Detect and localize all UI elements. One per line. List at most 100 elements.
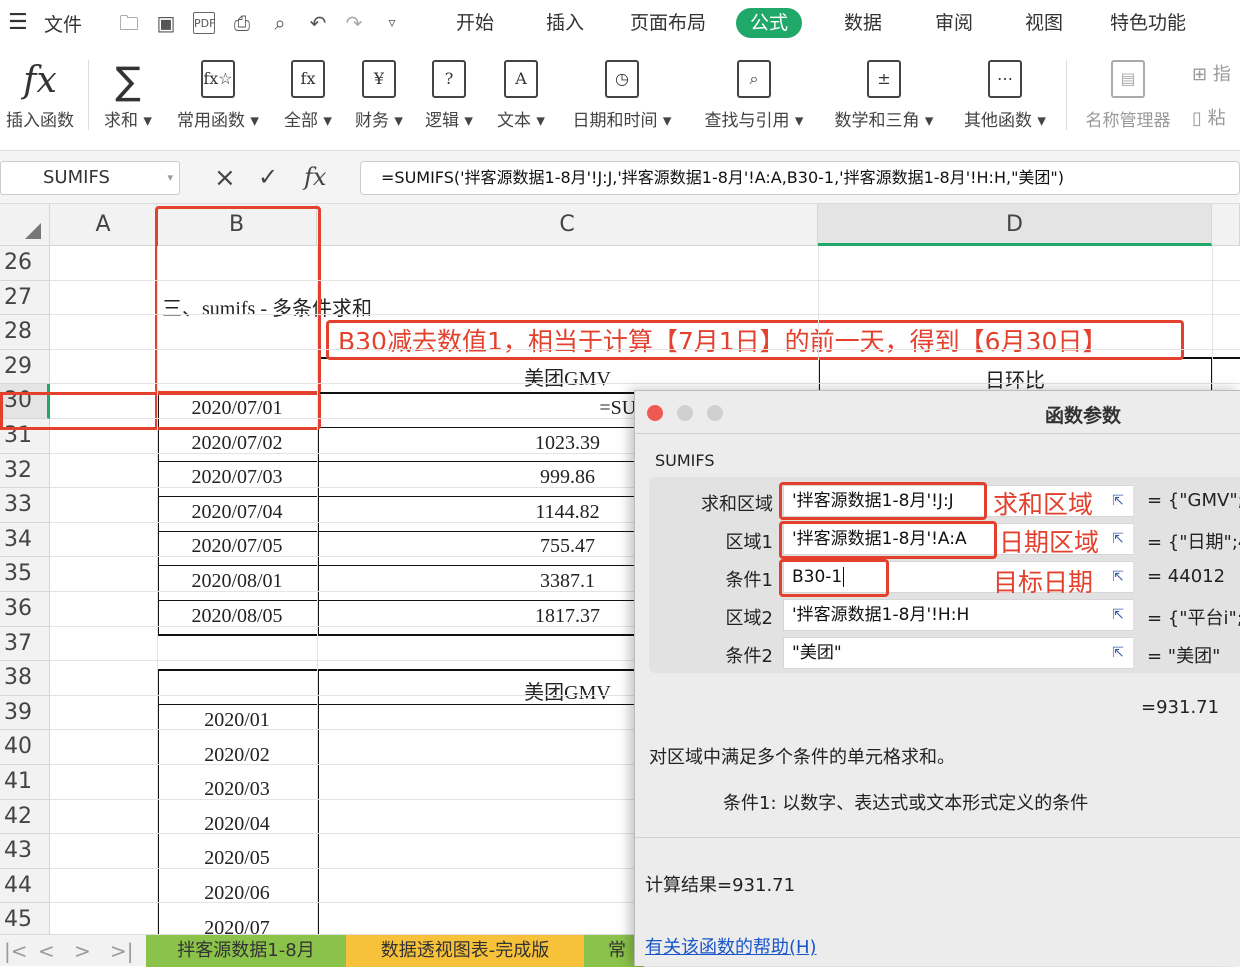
math-button[interactable]: ± 数学和三角 ▾ <box>828 60 940 131</box>
close-icon[interactable] <box>647 405 663 421</box>
yen-icon: ¥ <box>362 60 396 98</box>
select-all-corner[interactable] <box>0 204 50 246</box>
customize-icon[interactable]: ▿ <box>381 12 403 34</box>
insert-function-button[interactable]: fx 插入函数 <box>4 60 76 131</box>
cancel-icon[interactable]: × <box>214 163 236 193</box>
collapse-dialog-icon[interactable]: ⇱ <box>1103 524 1133 554</box>
first-sheet-icon[interactable]: |< <box>4 939 28 963</box>
next-sheet-icon[interactable]: > <box>74 939 91 963</box>
collapse-dialog-icon[interactable]: ⇱ <box>1103 562 1133 592</box>
formula-bar: SUMIFS ▾ × ✓ fx =SUMIFS('拌客源数据1-8月'!J:J,'… <box>0 150 1240 204</box>
row-header[interactable]: 28 <box>0 315 50 350</box>
minimize-icon[interactable] <box>677 405 693 421</box>
specify-button[interactable]: ⊞ 指 <box>1192 60 1231 86</box>
tab-formulas[interactable]: 公式 <box>736 8 803 38</box>
print-icon[interactable]: ⎙ <box>231 12 253 34</box>
search-book-icon: ⌕ <box>737 60 771 98</box>
arg-result: = {"GMV"; <box>1147 490 1240 511</box>
arg-label: 条件2 <box>725 646 773 667</box>
tab-home[interactable]: 开始 <box>456 8 494 38</box>
row-header[interactable]: 36 <box>0 592 50 627</box>
sheet-tab-pivot[interactable]: 数据透视图表-完成版 <box>346 935 584 967</box>
row-header[interactable]: 44 <box>0 868 50 904</box>
collapse-dialog-icon[interactable]: ⇱ <box>1103 486 1133 516</box>
logic-button[interactable]: ? 逻辑 ▾ <box>422 60 476 131</box>
file-menu[interactable]: 文件 <box>44 10 82 37</box>
collapse-dialog-icon[interactable]: ⇱ <box>1103 600 1133 630</box>
row-header[interactable]: 41 <box>0 765 50 800</box>
text-button[interactable]: A 文本 ▾ <box>494 60 548 131</box>
tab-view[interactable]: 视图 <box>1025 8 1063 38</box>
row-header[interactable]: 26 <box>0 246 50 281</box>
redo-icon[interactable]: ↷ <box>343 12 365 34</box>
all-functions-button[interactable]: fx 全部 ▾ <box>282 60 334 131</box>
hamburger-icon[interactable]: ☰ <box>8 10 28 35</box>
row-header[interactable]: 29 <box>0 349 50 385</box>
prev-sheet-icon[interactable]: < <box>38 939 55 963</box>
row-header[interactable]: 39 <box>0 695 50 731</box>
row-header[interactable]: 33 <box>0 488 50 523</box>
annotation-date-range: 日期区域 <box>999 528 1100 557</box>
tab-data[interactable]: 数据 <box>844 8 882 38</box>
paste-button[interactable]: ▯ 粘 <box>1192 104 1226 130</box>
column-header-c[interactable]: C <box>317 204 818 246</box>
zoom-icon[interactable] <box>707 405 723 421</box>
argument-help: 条件1: 以数字、表达式或文本形式定义的条件 <box>723 793 1089 814</box>
row-header[interactable]: 32 <box>0 453 50 489</box>
arg-input[interactable]: "美团" <box>783 637 1133 669</box>
row-header[interactable]: 34 <box>0 522 50 558</box>
formula-input[interactable]: =SUMIFS('拌客源数据1-8月'!J:J,'拌客源数据1-8月'!A:A,… <box>360 161 1240 195</box>
math-icon: ± <box>867 60 901 98</box>
row-header[interactable]: 45 <box>0 903 50 934</box>
name-manager-icon: ▤ <box>1111 60 1145 98</box>
function-description: 对区域中满足多个条件的单元格求和。 <box>649 747 955 768</box>
row-header[interactable]: 35 <box>0 557 50 592</box>
lookup-button[interactable]: ⌕ 查找与引用 ▾ <box>698 60 810 131</box>
month-cell[interactable]: 2020/07 <box>157 917 317 934</box>
row-header[interactable]: 43 <box>0 834 50 869</box>
finance-button[interactable]: ¥ 财务 ▾ <box>352 60 406 131</box>
header-daily-ratio[interactable]: 日环比 <box>818 364 1212 393</box>
date-cell[interactable]: 2020/07/02 <box>157 432 317 455</box>
save-icon[interactable]: ▣ <box>155 12 177 34</box>
confirm-icon[interactable]: ✓ <box>258 163 278 191</box>
date-cell[interactable]: 2020/08/01 <box>157 570 317 593</box>
date-cell[interactable]: 2020/08/05 <box>157 605 317 628</box>
header-meituan-gmv[interactable]: 美团GMV <box>317 362 818 391</box>
column-header-a[interactable]: A <box>50 204 157 246</box>
undo-icon[interactable]: ↶ <box>307 12 329 34</box>
other-functions-button[interactable]: ⋯ 其他函数 ▾ <box>958 60 1052 131</box>
calc-result: 计算结果=931.71 <box>645 875 796 896</box>
datetime-button[interactable]: ◷ 日期和时间 ▾ <box>566 60 678 131</box>
row-header[interactable]: 40 <box>0 730 50 765</box>
tab-features[interactable]: 特色功能 <box>1110 8 1186 38</box>
tab-page-layout[interactable]: 页面布局 <box>630 8 706 38</box>
sheet-tab-source-data[interactable]: 拌客源数据1-8月 <box>146 935 346 967</box>
collapse-dialog-icon[interactable]: ⇱ <box>1103 638 1133 668</box>
tab-review[interactable]: 审阅 <box>935 8 973 38</box>
row-header[interactable]: 27 <box>0 280 50 316</box>
row-header[interactable]: 42 <box>0 799 50 835</box>
name-manager-button[interactable]: ▤ 名称管理器 <box>1082 60 1174 131</box>
annotation-sum-range: 求和区域 <box>993 490 1094 519</box>
open-icon[interactable]: 🗀 <box>118 12 140 34</box>
pdf-icon[interactable]: PDF <box>193 12 215 34</box>
sum-button[interactable]: ∑ 求和 ▾ <box>100 60 156 131</box>
column-header-d[interactable]: D <box>818 204 1212 246</box>
common-functions-button[interactable]: fx☆ 常用函数 ▾ <box>172 60 264 131</box>
print-preview-icon[interactable]: ⌕ <box>269 12 291 34</box>
last-sheet-icon[interactable]: >| <box>110 939 134 963</box>
date-cell[interactable]: 2020/07/04 <box>157 501 317 524</box>
name-box[interactable]: SUMIFS ▾ <box>0 161 180 195</box>
fx-icon[interactable]: fx <box>304 163 326 191</box>
arg-input[interactable]: '拌客源数据1-8月'!H:H <box>783 599 1133 631</box>
fx-icon: fx <box>23 60 57 101</box>
row-header[interactable]: 38 <box>0 661 50 696</box>
row-header[interactable]: 37 <box>0 626 50 662</box>
help-link[interactable]: 有关该函数的帮助(H) <box>645 933 817 959</box>
arg-result: = {"平台i"; <box>1147 608 1240 629</box>
dropdown-icon[interactable]: ▾ <box>167 162 173 194</box>
tab-insert[interactable]: 插入 <box>546 8 584 38</box>
date-cell[interactable]: 2020/07/03 <box>157 466 317 489</box>
date-cell[interactable]: 2020/07/05 <box>157 535 317 558</box>
